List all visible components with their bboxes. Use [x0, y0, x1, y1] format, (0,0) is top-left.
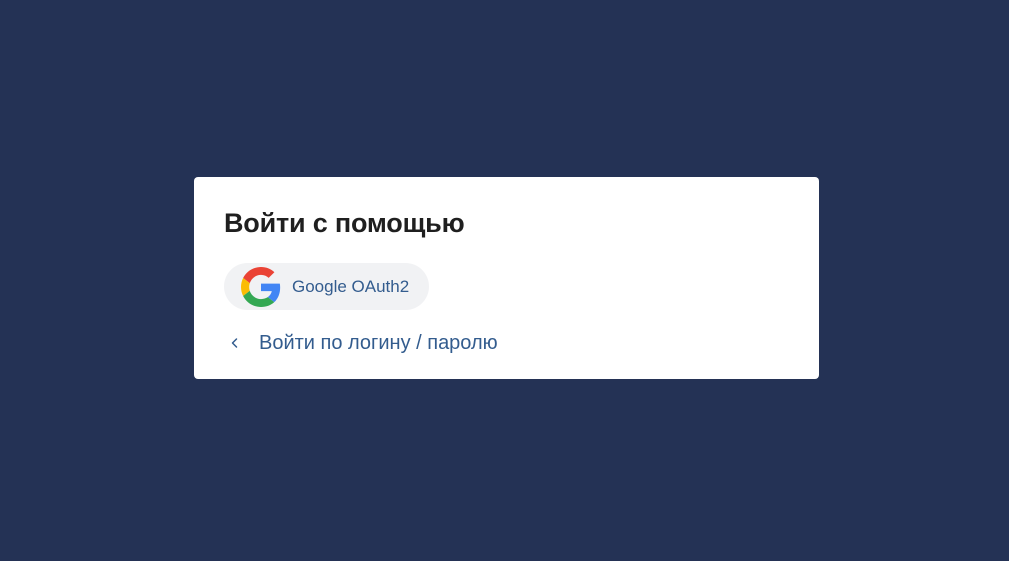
google-oauth2-button[interactable]: Google OAuth2: [224, 263, 430, 310]
google-logo-icon: [241, 266, 281, 307]
card-title: Войти с помощью: [224, 208, 465, 238]
login-password-link[interactable]: Войти по логину / паролю: [224, 331, 498, 355]
login-card: Войти с помощью Google OAuth2 Войти по л…: [194, 177, 819, 379]
login-password-label: Войти по логину / паролю: [259, 332, 498, 354]
chevron-left-icon: [228, 336, 242, 350]
google-oauth2-label: Google OAuth2: [292, 276, 410, 296]
page-background: Войти с помощью Google OAuth2 Войти по л…: [0, 0, 1009, 561]
